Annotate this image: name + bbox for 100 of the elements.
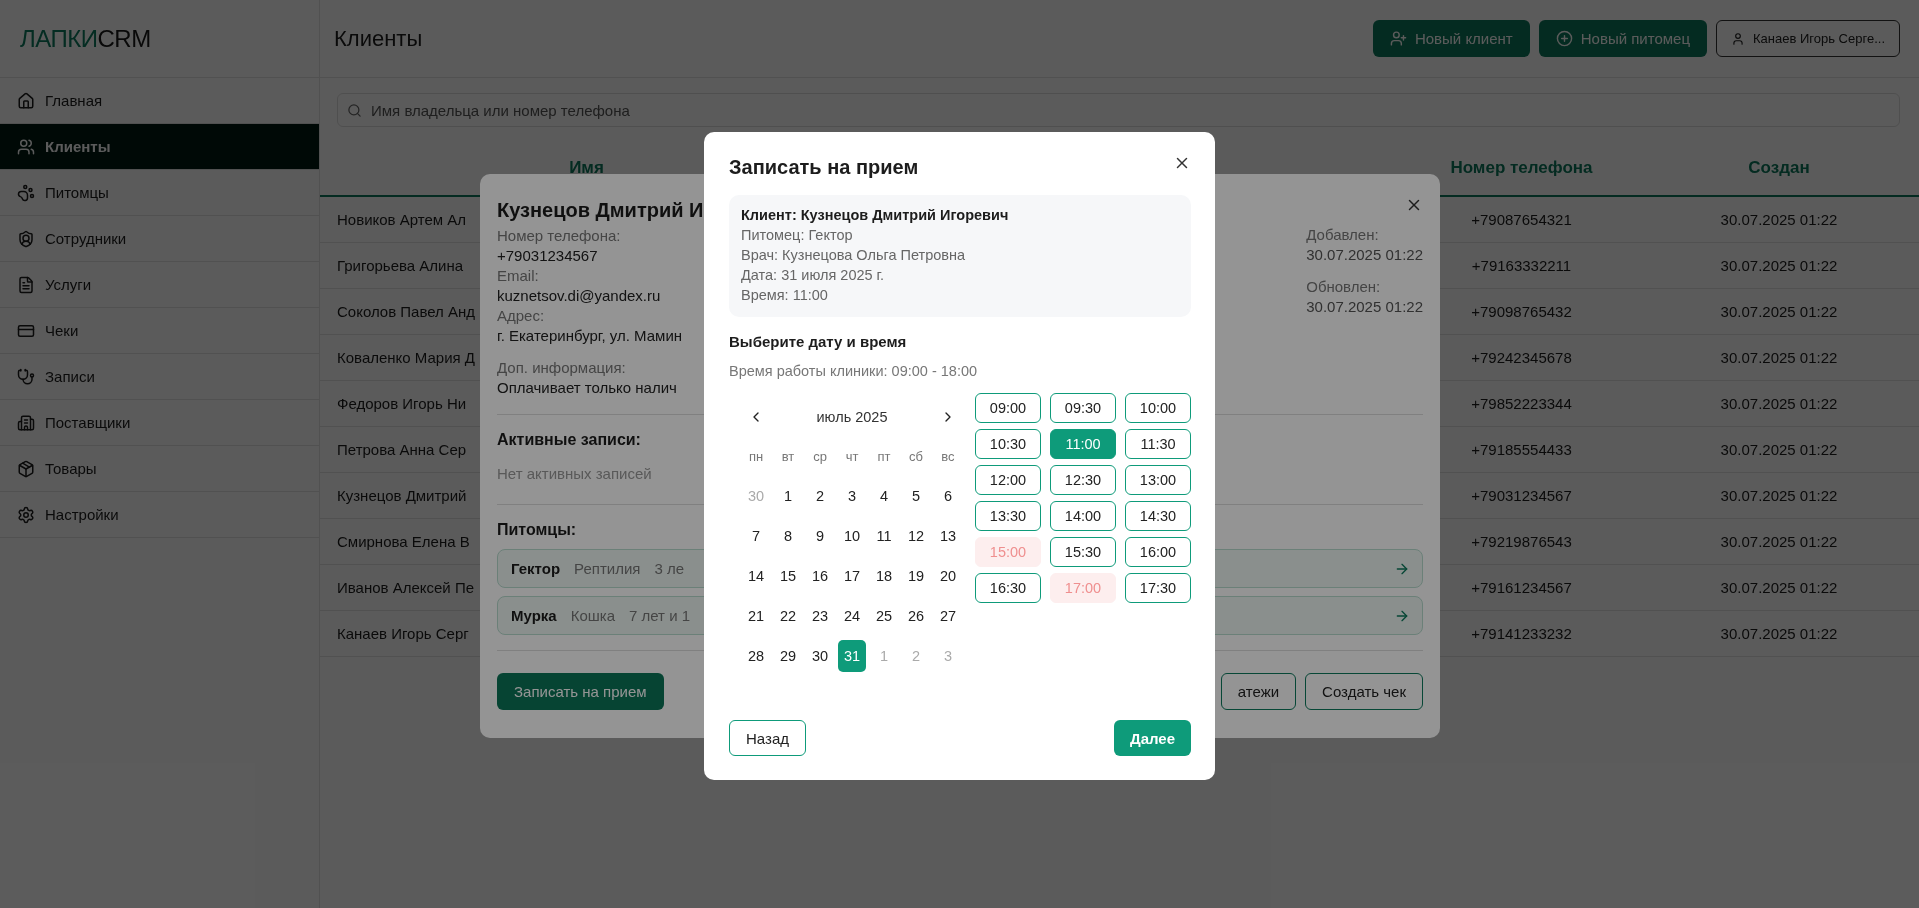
calendar-day[interactable]: 12 — [902, 520, 930, 552]
table-cell: 30.07.2025 01:22 — [1720, 303, 1838, 320]
building-icon — [17, 413, 35, 432]
table-cell: 30.07.2025 01:22 — [1720, 579, 1838, 596]
time-slot[interactable]: 10:00 — [1125, 393, 1191, 423]
table-cell: 30.07.2025 01:22 — [1720, 211, 1838, 228]
add-user-icon — [1389, 30, 1407, 47]
calendar-day[interactable]: 13 — [934, 520, 962, 552]
table-cell: +79852223344 — [1471, 395, 1572, 412]
search-field[interactable]: Имя владельца или номер телефона — [337, 93, 1900, 127]
calendar-day[interactable]: 20 — [934, 560, 962, 592]
box-icon — [17, 459, 35, 478]
calendar-day[interactable]: 4 — [870, 480, 898, 512]
field-label: Доп. информация: — [497, 358, 627, 378]
empty-message: Нет активных записей — [497, 465, 652, 482]
weekday-label: вс — [941, 448, 955, 464]
weekday-label: пт — [877, 448, 891, 464]
time-slot[interactable]: 10:30 — [975, 429, 1041, 459]
calendar-day[interactable]: 3 — [838, 480, 866, 512]
weekday-label: пн — [748, 448, 764, 464]
calendar-day[interactable]: 8 — [774, 520, 802, 552]
calendar-day[interactable]: 11 — [870, 520, 898, 552]
time-slot[interactable]: 14:00 — [1050, 501, 1116, 531]
summary-line: Время: 11:00 — [741, 286, 829, 305]
field-value: Оплачивает только налич — [497, 378, 678, 398]
summary-line: Питомец: Гектор — [741, 226, 854, 245]
time-slot[interactable]: 17:30 — [1125, 573, 1191, 603]
sidebar-label: Товары — [45, 460, 97, 477]
sidebar-label: Питомцы — [45, 184, 109, 201]
table-cell: 30.07.2025 01:22 — [1720, 625, 1838, 642]
calendar-day[interactable]: 24 — [838, 600, 866, 632]
action-button[interactable]: Записать на прием — [497, 673, 664, 710]
time-slot[interactable]: 12:30 — [1050, 465, 1116, 495]
user-icon — [1731, 31, 1745, 46]
table-cell: Новиков Артем Ал — [337, 211, 467, 228]
calendar-day[interactable]: 14 — [742, 560, 770, 592]
pet-name: Мурка — [511, 607, 557, 624]
calendar-day[interactable]: 21 — [742, 600, 770, 632]
time-slot[interactable]: 16:30 — [975, 573, 1041, 603]
sidebar-label: Настройки — [45, 506, 119, 523]
calendar-day[interactable]: 22 — [774, 600, 802, 632]
back-button[interactable]: Назад — [729, 720, 806, 756]
time-slot[interactable]: 11:00 — [1050, 429, 1116, 459]
table-cell: Петрова Анна Сер — [337, 441, 467, 458]
table-cell: +79185554433 — [1471, 441, 1572, 458]
calendar-day[interactable]: 15 — [774, 560, 802, 592]
time-slot[interactable]: 16:00 — [1125, 537, 1191, 567]
time-slot[interactable]: 12:00 — [975, 465, 1041, 495]
calendar-day[interactable]: 5 — [902, 480, 930, 512]
shield-user-icon — [17, 229, 35, 248]
calendar-day[interactable]: 23 — [806, 600, 834, 632]
time-slot[interactable]: 15:30 — [1050, 537, 1116, 567]
stethoscope-icon — [17, 367, 35, 386]
calendar-day[interactable]: 31 — [838, 640, 866, 672]
column-header: Номер телефона — [1450, 157, 1593, 178]
month-label: июль 2025 — [816, 409, 888, 425]
table-cell: +79141233232 — [1471, 625, 1572, 642]
calendar-day[interactable]: 18 — [870, 560, 898, 592]
calendar-day[interactable]: 29 — [774, 640, 802, 672]
table-cell: Григорьева Алина — [337, 257, 464, 274]
column-header: Создан — [1748, 157, 1810, 178]
table-cell: Коваленко Мария Д — [337, 349, 476, 366]
calendar-day[interactable]: 7 — [742, 520, 770, 552]
summary-line: Клиент: Кузнецов Дмитрий Игоревич — [741, 206, 1010, 225]
time-slot[interactable]: 14:30 — [1125, 501, 1191, 531]
calendar-day[interactable]: 10 — [838, 520, 866, 552]
working-hours: Время работы клиники: 09:00 - 18:00 — [729, 363, 979, 379]
action-button[interactable]: атежи — [1220, 673, 1297, 710]
logo: ЛАПКИCRM — [20, 24, 151, 53]
users-icon — [17, 137, 35, 156]
time-slot[interactable]: 11:30 — [1125, 429, 1191, 459]
pet-age: 7 лет и 1 — [629, 607, 691, 624]
calendar-day[interactable]: 2 — [806, 480, 834, 512]
time-slot[interactable]: 13:30 — [975, 501, 1041, 531]
action-button[interactable]: Создать чек — [1305, 673, 1423, 710]
time-slot[interactable]: 13:00 — [1125, 465, 1191, 495]
next-button[interactable]: Далее — [1113, 720, 1191, 756]
weekday-label: сб — [909, 448, 923, 464]
calendar-day[interactable]: 30 — [806, 640, 834, 672]
calendar-day[interactable]: 1 — [774, 480, 802, 512]
time-slot[interactable]: 09:30 — [1050, 393, 1116, 423]
calendar-day[interactable]: 25 — [870, 600, 898, 632]
calendar-day[interactable]: 26 — [902, 600, 930, 632]
sidebar-label: Главная — [45, 92, 103, 109]
field-label: Адрес: — [497, 306, 546, 326]
field-value: kuznetsov.di@yandex.ru — [497, 286, 662, 306]
calendar-day[interactable]: 28 — [742, 640, 770, 672]
meta-label: Добавлен: — [1306, 225, 1380, 245]
meta-label: Обновлен: — [1306, 277, 1382, 297]
calendar-day[interactable]: 27 — [934, 600, 962, 632]
calendar-day[interactable]: 19 — [902, 560, 930, 592]
field-value: +79031234567 — [497, 246, 599, 266]
calendar-day[interactable]: 16 — [806, 560, 834, 592]
table-cell: Кузнецов Дмитрий — [337, 487, 467, 504]
calendar-day[interactable]: 9 — [806, 520, 834, 552]
calendar-day[interactable]: 17 — [838, 560, 866, 592]
summary-line: Врач: Кузнецова Ольга Петровна — [741, 246, 967, 265]
calendar-day[interactable]: 6 — [934, 480, 962, 512]
time-slot[interactable]: 09:00 — [975, 393, 1041, 423]
weekday-label: чт — [845, 448, 859, 464]
